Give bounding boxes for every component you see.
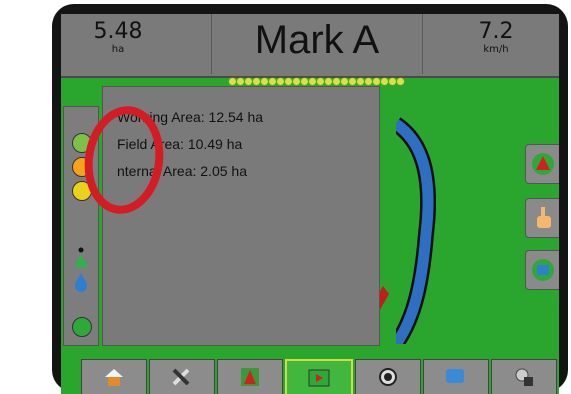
touch-mode-button[interactable] (525, 198, 559, 238)
area-value: 5.48 (93, 19, 143, 44)
bottom-navigation (81, 359, 559, 394)
guidance-icon (241, 368, 259, 386)
lightbar (229, 78, 404, 86)
gps-antenna-icon[interactable] (73, 247, 89, 269)
speed-readout[interactable]: 7.2 km/h (461, 20, 531, 56)
guideline-title: Mark A (254, 18, 380, 62)
link-icon[interactable] (72, 317, 92, 337)
tab-home[interactable] (81, 359, 147, 394)
map-view-icon (532, 259, 554, 281)
water-drop-icon[interactable] (74, 272, 88, 292)
speed-unit: km/h (483, 44, 509, 55)
lock-settings-icon (515, 368, 533, 386)
tab-guidance[interactable] (217, 359, 283, 394)
area-unit: ha (111, 44, 125, 55)
guidance-arrow-button[interactable] (525, 144, 559, 184)
tools-icon (172, 368, 190, 386)
display-icon (446, 369, 464, 383)
area-applied-readout[interactable]: 5.48 ha (83, 20, 153, 56)
guideline-title-box[interactable]: Mark A (211, 14, 423, 74)
camera-icon (379, 368, 397, 386)
tab-field-map[interactable] (285, 359, 353, 394)
speed-value: 7.2 (478, 19, 514, 44)
guidance-arrow-icon (532, 153, 554, 175)
tab-display[interactable] (423, 359, 489, 394)
guidance-screen: 5.48 ha Mark A 7.2 km/h Working Area: 12… (61, 14, 559, 394)
home-icon (105, 369, 123, 386)
tab-camera[interactable] (355, 359, 421, 394)
top-status-bar: 5.48 ha Mark A 7.2 km/h (61, 14, 559, 78)
field-map-icon (308, 369, 330, 387)
field-boundary (396, 117, 436, 344)
tab-lock-settings[interactable] (491, 359, 557, 394)
map-view-button[interactable] (525, 250, 559, 290)
hand-touch-icon (537, 207, 551, 228)
tab-tools[interactable] (149, 359, 215, 394)
